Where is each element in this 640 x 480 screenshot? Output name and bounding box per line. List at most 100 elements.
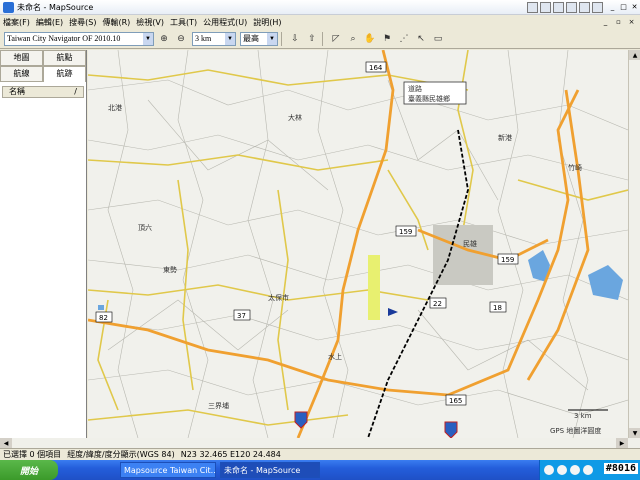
map-canvas[interactable]: 道路 臺義縣民雄鄉 民雄 太保市 東勢 水上 新港 三界埔 頂六 北港 大林 竹… [88,50,628,438]
quicklaunch-icon[interactable] [592,1,603,13]
scroll-down-icon[interactable]: ▼ [629,428,640,438]
place-label: 東勢 [163,265,177,274]
menu-tools[interactable]: 工具(T) [167,17,200,28]
toolbar: Taiwan City Navigator OF 2010.10 ▼ ⊕ ⊖ 3… [0,29,640,49]
map-copyright: GPS 地圖洋圓度 [550,426,601,435]
selection-tool-icon[interactable]: ◸ [329,32,343,46]
menu-help[interactable]: 說明(H) [250,17,284,28]
send-to-device-icon[interactable]: ⇧ [305,32,319,46]
tab-routes[interactable]: 航線 [0,66,43,82]
tray-icon[interactable] [583,465,593,475]
place-label: 大林 [288,113,302,122]
scroll-up-icon[interactable]: ▲ [629,50,640,60]
zoom-select-value: 3 km [195,34,212,43]
list-column-header[interactable]: 名稱 / [2,86,84,98]
menu-view[interactable]: 檢視(V) [133,17,167,28]
quicklaunch-icon[interactable] [540,1,551,13]
tab-waypoints[interactable]: 航點 [43,50,86,66]
quicklaunch-icon[interactable] [566,1,577,13]
airport-area [368,255,380,320]
tray-icon[interactable] [570,465,580,475]
chevron-down-icon[interactable]: ▼ [225,32,235,45]
vertical-scrollbar[interactable]: ▲ ▼ [628,50,640,438]
place-label: 三界埔 [208,401,229,410]
image-stamp: #8016 [603,463,638,474]
major-roads [88,50,590,438]
menu-search[interactable]: 搜尋(S) [66,17,99,28]
close-icon[interactable]: ✕ [629,2,640,12]
tab-tracks[interactable]: 航跡 [43,66,86,82]
doc-minimize-icon[interactable]: _ [600,17,611,27]
tab-maps[interactable]: 地圖 [0,50,43,66]
place-label: 頂六 [138,223,152,232]
menu-bar: 檔案(F) 編輯(E) 搜尋(S) 傳輸(R) 檢視(V) 工具(T) 公用程式… [0,15,640,29]
start-button[interactable]: 開始 [0,460,58,480]
menu-file[interactable]: 檔案(F) [0,17,33,28]
chevron-down-icon[interactable]: ▼ [267,32,277,45]
callout-place: 臺義縣民雄鄉 [408,94,450,103]
status-bar: 已選擇 0 個項目 經度/緯度/度分顯示(WGS 84) N23 32.465 … [0,448,640,460]
detail-select[interactable]: 最高 ▼ [240,31,278,46]
callout: 道路 臺義縣民雄鄉 [403,81,467,105]
receive-from-device-icon[interactable]: ⇩ [288,32,302,46]
zoom-tool-icon[interactable]: ⌕ [346,32,360,46]
task-mapsource-installer[interactable]: Mapsource Taiwan Cit... [120,462,216,478]
detail-select-value: 最高 [243,34,259,43]
scale-label: 3 km [574,412,592,420]
menu-edit[interactable]: 編輯(E) [33,17,66,28]
shield-label: 164 [369,64,383,72]
menu-transfer[interactable]: 傳輸(R) [99,17,133,28]
status-selection: 已選擇 0 個項目 [3,450,62,459]
freeway-shield-icon [294,411,308,429]
map-drawing: 道路 臺義縣民雄鄉 民雄 太保市 東勢 水上 新港 三界埔 頂六 北港 大林 竹… [88,50,628,438]
minimize-icon[interactable]: _ [607,2,618,12]
tray-icon[interactable] [544,465,554,475]
place-label: 民雄 [463,239,477,248]
zoom-select[interactable]: 3 km ▼ [192,31,236,46]
freeway-shields [294,411,458,438]
place-label: 太保市 [268,293,289,302]
shield-label: 165 [449,397,462,405]
shield-label: 18 [493,304,502,312]
zoom-out-icon[interactable]: ⊖ [174,32,188,46]
product-select[interactable]: Taiwan City Navigator OF 2010.10 ▼ [4,31,154,46]
map-scale: 3 km GPS 地圖洋圓度 [550,409,608,435]
left-panel: 地圖 航點 航線 航跡 名稱 / [0,50,87,448]
chevron-down-icon[interactable]: ▼ [143,32,153,45]
tray-icon[interactable] [557,465,567,475]
panel-tabs: 地圖 航點 航線 航跡 [0,50,86,82]
freeway-shield-icon [444,421,458,438]
title-bar: 未命名 - MapSource _ □ ✕ [0,0,640,15]
shield-label: 22 [433,300,442,308]
taskbar: 開始 Mapsource Taiwan Cit... 未命名 - MapSour… [0,460,640,480]
shield-label: 159 [399,228,412,236]
maximize-icon[interactable]: □ [618,2,629,12]
place-label: 北港 [108,103,122,112]
horizontal-scrollbar[interactable]: ◀ ▶ [0,438,640,448]
doc-close-icon[interactable]: × [626,17,637,27]
menu-utilities[interactable]: 公用程式(U) [200,17,250,28]
quicklaunch-icon[interactable] [553,1,564,13]
scroll-right-icon[interactable]: ▶ [616,438,628,448]
scroll-left-icon[interactable]: ◀ [0,438,12,448]
callout-type: 道路 [408,84,422,93]
toolbar-separator [281,31,282,46]
quicklaunch-icon[interactable] [527,1,538,13]
minor-roads [88,50,628,426]
place-label: 新港 [498,133,512,142]
quicklaunch-icon[interactable] [579,1,590,13]
shield-label: 37 [237,312,246,320]
waypoint-tool-icon[interactable]: ⚑ [380,32,394,46]
shield-label: 82 [99,314,108,322]
zoom-in-icon[interactable]: ⊕ [157,32,171,46]
task-mapsource-window[interactable]: 未命名 - MapSource [220,462,320,478]
status-datum: 經度/緯度/度分顯示(WGS 84) [67,450,175,459]
column-sort-label: / [74,87,77,96]
hand-tool-icon[interactable]: ✋ [363,32,377,46]
app-icon [3,1,14,13]
pointer-tool-icon[interactable]: ↖ [414,32,428,46]
distance-tool-icon[interactable]: ▭ [431,32,445,46]
doc-restore-icon[interactable]: ▫ [613,17,624,27]
place-label: 竹崎 [568,163,582,172]
route-tool-icon[interactable]: ⋰ [397,32,411,46]
